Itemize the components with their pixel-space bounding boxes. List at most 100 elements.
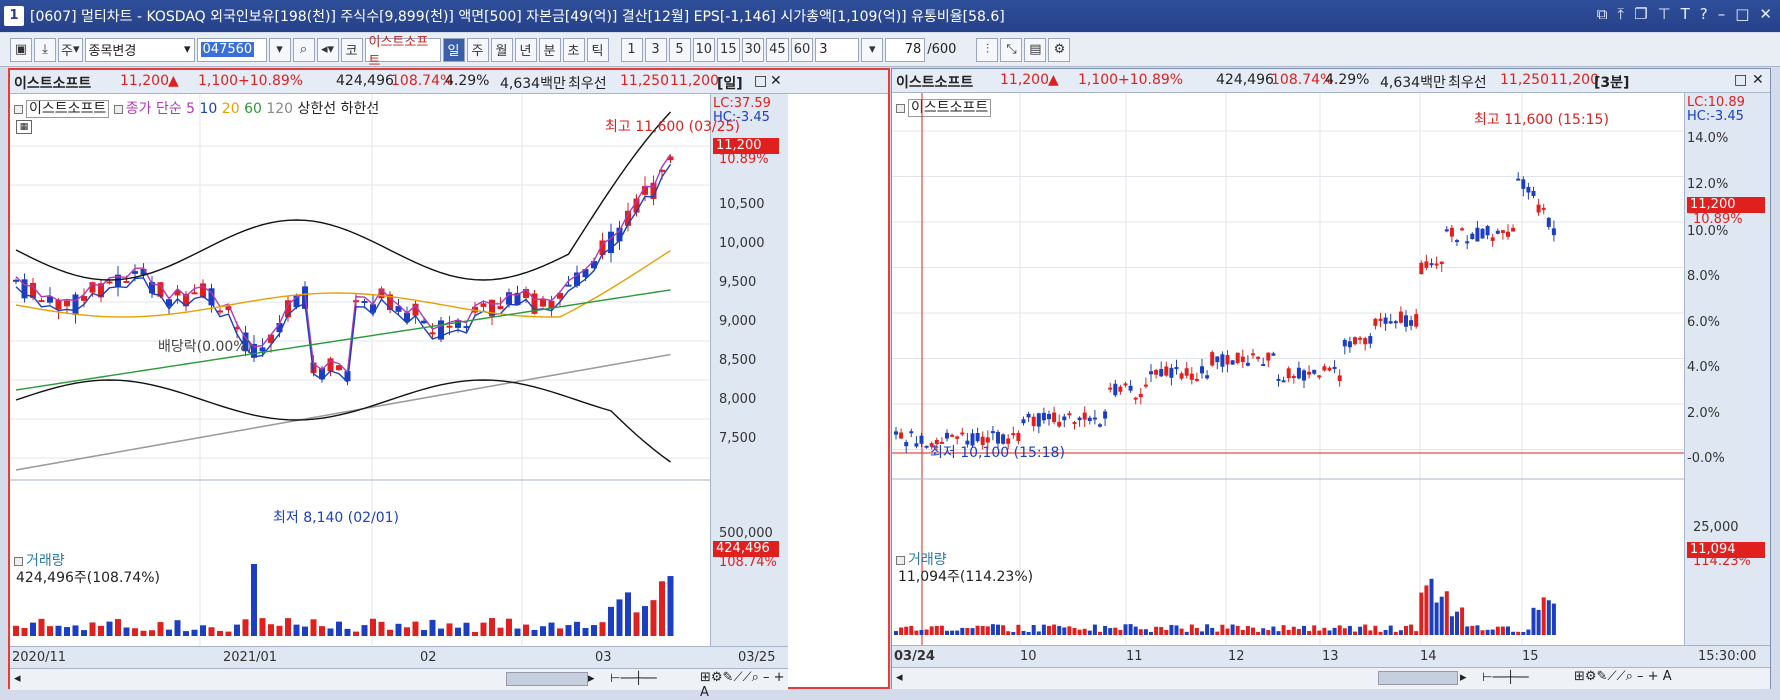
num-1[interactable]: 1 <box>620 37 643 62</box>
count-input[interactable]: 78 <box>885 37 926 62</box>
draw-tool-icon[interactable]: ⤡ <box>1000 37 1023 62</box>
volume-value: 424,496주(108.74%) <box>16 570 160 586</box>
period-year[interactable]: 년 <box>514 37 537 62</box>
scroll-thumb[interactable] <box>506 672 588 686</box>
volume-bar <box>1383 630 1388 635</box>
period-day[interactable]: 일 <box>442 37 465 62</box>
num-45[interactable]: 45 <box>766 37 789 62</box>
font-icon[interactable]: T <box>1681 5 1690 23</box>
tool-icon[interactable]: ⊤ <box>1658 5 1671 23</box>
count-select[interactable]: 3 <box>815 37 860 62</box>
candle-body <box>1174 367 1179 370</box>
maximize-icon[interactable]: □ <box>1735 5 1749 23</box>
candle-body <box>1133 397 1138 400</box>
volume-checkbox[interactable] <box>896 555 905 565</box>
candle-body <box>1475 227 1480 242</box>
y-tick: -0.0% <box>1687 451 1725 466</box>
chart-type-icon[interactable]: ⫶ <box>976 37 999 62</box>
chart-tools-icons[interactable]: ⊞⚙✎⟋⟋⌕ – + A <box>700 670 788 700</box>
volume-bar <box>591 625 597 636</box>
left-scrollbar[interactable]: ◂ ▸ ⊢──┼── ⊞⚙✎⟋⟋⌕ – + A <box>10 668 788 700</box>
y-tick: 4.0% <box>1687 360 1721 375</box>
change-stock-select[interactable]: 종목변경 ▾ <box>84 37 195 62</box>
volume-bar <box>1332 627 1337 635</box>
period-minute[interactable]: 분 <box>538 37 561 62</box>
num-3[interactable]: 3 <box>644 37 667 62</box>
num-60[interactable]: 60 <box>790 37 814 62</box>
candle-body <box>72 294 79 315</box>
code-dropdown[interactable]: ▾ <box>268 37 291 62</box>
sound-icon[interactable]: ◂▾ <box>316 37 339 62</box>
volume-bar <box>1016 624 1021 635</box>
volume-bar <box>1526 629 1531 635</box>
search-icon[interactable]: ⌕ <box>292 37 315 62</box>
volume-bar <box>1363 624 1368 635</box>
zoom-slider-icon[interactable]: ⊢──┼── <box>1482 670 1529 684</box>
settings-icon[interactable]: ⚙ <box>1048 37 1071 62</box>
help-icon[interactable]: ? <box>1700 5 1708 23</box>
download-icon[interactable]: ⤓ <box>34 37 56 62</box>
maximize-panel-icon[interactable]: □ <box>1734 72 1747 88</box>
right-scrollbar[interactable]: ◂ ▸ ⊢──┼── ⊞⚙✎⟋⟋⌕ – + A <box>892 667 1770 689</box>
stock-name-field[interactable]: 이스트소프트 <box>364 35 441 69</box>
num-5[interactable]: 5 <box>668 37 691 62</box>
cascade-icon[interactable]: ❐ <box>1634 5 1647 23</box>
volume-bar <box>1143 629 1148 635</box>
minimize-icon[interactable]: – <box>1718 5 1726 23</box>
save-icon[interactable]: ▤ <box>1024 37 1047 62</box>
period-week[interactable]: 주 <box>466 37 489 62</box>
volume-bar <box>1266 630 1271 635</box>
market-label: 주 <box>61 44 73 59</box>
candle-body <box>1205 375 1210 379</box>
candle-body <box>1189 373 1194 380</box>
close-panel-icon[interactable]: ✕ <box>1752 72 1764 88</box>
ma60-line <box>15 289 671 391</box>
num-10[interactable]: 10 <box>692 37 716 62</box>
period-second[interactable]: 초 <box>562 37 585 62</box>
code-button[interactable]: 코 <box>340 37 363 62</box>
num-30[interactable]: 30 <box>741 37 765 62</box>
volume-bar <box>1021 631 1026 635</box>
scroll-right-icon[interactable]: ▸ <box>588 671 595 686</box>
zoom-slider-icon[interactable]: ⊢──┼── <box>610 671 657 685</box>
layout-icon[interactable]: ▣ <box>10 37 32 62</box>
volume-bar <box>1047 625 1051 635</box>
candle-body <box>480 303 487 307</box>
close-panel-icon[interactable]: ✕ <box>770 73 782 89</box>
maximize-panel-icon[interactable]: □ <box>754 73 767 89</box>
count-dropdown[interactable]: ▾ <box>861 37 884 62</box>
scroll-left-icon[interactable]: ◂ <box>896 670 903 685</box>
volume-bar <box>183 631 189 636</box>
lower-band <box>15 379 671 463</box>
stock-code-input[interactable]: 047560 <box>196 37 267 62</box>
pin-icon[interactable]: ⤒ <box>1617 5 1624 23</box>
volume-bar <box>1281 625 1286 635</box>
volume-bar <box>960 627 965 635</box>
volume-bar <box>1276 631 1281 635</box>
num-15[interactable]: 15 <box>717 37 740 62</box>
scroll-right-icon[interactable]: ▸ <box>1460 670 1467 685</box>
chart-tools-icons[interactable]: ⊞⚙✎⟋⟋⌕ – + A <box>1574 669 1672 684</box>
volume-bar <box>1398 630 1403 635</box>
scroll-left-icon[interactable]: ◂ <box>14 671 21 686</box>
volume-bar <box>242 619 249 636</box>
volume-bar <box>1133 626 1138 635</box>
volume-bar <box>361 625 368 636</box>
restore-layout-icon[interactable]: ⧉ <box>1597 5 1608 23</box>
candle-body <box>361 301 368 304</box>
volume-bar <box>251 564 257 636</box>
period-month[interactable]: 월 <box>490 37 513 62</box>
volume-bar <box>1261 628 1266 635</box>
scroll-thumb[interactable] <box>1378 671 1458 685</box>
candle-body <box>1179 373 1184 379</box>
close-icon[interactable]: ✕ <box>1759 5 1772 23</box>
volume-checkbox[interactable] <box>14 556 23 566</box>
volume-bar <box>200 625 206 636</box>
market-select[interactable]: 주 ▾ <box>58 37 83 62</box>
x-tick: 2020/11 <box>12 650 67 665</box>
volume-bar <box>1347 625 1352 635</box>
volume-bar <box>540 626 546 636</box>
volume-bar <box>1424 585 1429 635</box>
candle-body <box>1383 317 1388 324</box>
period-tick[interactable]: 틱 <box>586 37 609 62</box>
